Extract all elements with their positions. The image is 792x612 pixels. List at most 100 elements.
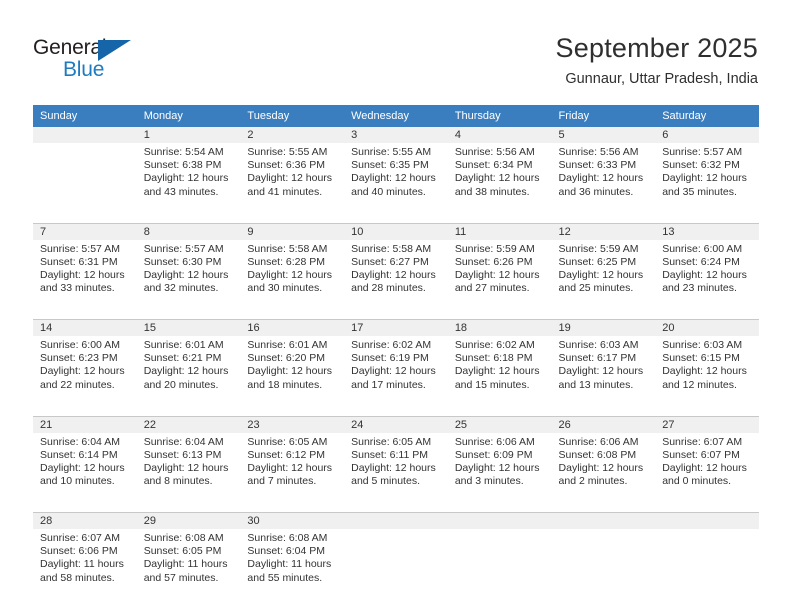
sunrise-text: Sunrise: 5:57 AM (40, 242, 120, 255)
daylight-text-line2: and 3 minutes. (454, 475, 524, 488)
day-cell-inner: 30 Sunrise: 6:08 AM Sunset: 6:04 PM Dayligh… (240, 513, 345, 602)
sunset-text: Sunset: 6:36 PM (247, 159, 326, 172)
day-cell-inner: 5 Sunrise: 5:56 AM Sunset: 6:33 PM Daylight… (551, 127, 656, 216)
day-cell-details: Sunrise: 6:04 AM Sunset: 6:14 PM Daylight:… (33, 433, 137, 489)
sunrise-text: Sunrise: 6:02 AM (351, 339, 432, 351)
daylight-text-line1: Daylight: 12 hours (662, 461, 747, 474)
sunset-text: Sunset: 6:21 PM (143, 352, 222, 365)
day-number: 8 (136, 223, 241, 240)
daylight-text-line2: and 22 minutes. (40, 378, 115, 391)
calendar-day-cell[interactable]: 24 Sunrise: 6:05 AM Sunset: 6:11 PM Dayligh… (344, 415, 448, 506)
day-number: 5 (551, 127, 656, 143)
day-cell-inner: 9 Sunrise: 5:58 AM Sunset: 6:28 PM Daylight… (240, 223, 345, 313)
calendar-day-cell[interactable]: 1 Sunrise: 5:54 AM Sunset: 6:38 PM Daylight… (136, 127, 241, 216)
day-cell-inner (447, 513, 552, 602)
calendar-day-cell[interactable]: 3 Sunrise: 5:55 AM Sunset: 6:35 PM Daylight… (344, 127, 448, 216)
day-cell-inner: 17 Sunrise: 6:02 AM Sunset: 6:19 PM Dayligh… (344, 320, 448, 409)
week-spacer (33, 409, 759, 416)
calendar-day-cell[interactable]: 23 Sunrise: 6:05 AM Sunset: 6:12 PM Dayligh… (240, 415, 345, 506)
daylight-text-line2: and 32 minutes. (143, 282, 219, 295)
day-number: 11 (447, 223, 552, 240)
day-cell-inner: 3 Sunrise: 5:55 AM Sunset: 6:35 PM Daylight… (344, 127, 448, 216)
calendar-day-cell[interactable]: 26 Sunrise: 6:06 AM Sunset: 6:08 PM Dayligh… (551, 415, 656, 506)
day-cell-inner: 14 Sunrise: 6:00 AM Sunset: 6:23 PM Dayligh… (33, 320, 137, 409)
title-block: September 2025 Gunnaur, Uttar Pradesh, I… (556, 32, 758, 88)
calendar-day-cell[interactable]: 5 Sunrise: 5:56 AM Sunset: 6:33 PM Daylight… (551, 127, 656, 216)
weekday-header-thursday: Thursday (447, 105, 552, 127)
calendar-day-cell[interactable]: 21 Sunrise: 6:04 AM Sunset: 6:14 PM Dayligh… (33, 415, 137, 506)
day-cell-details: Sunrise: 6:04 AM Sunset: 6:13 PM Daylight:… (137, 433, 241, 489)
sunset-text: Sunset: 6:07 PM (662, 448, 740, 461)
day-cell-details: Sunrise: 6:05 AM Sunset: 6:12 PM Daylight:… (240, 433, 344, 489)
daylight-text-line1: Daylight: 12 hours (351, 172, 436, 185)
sunrise-text: Sunrise: 5:59 AM (454, 242, 535, 255)
calendar-day-cell[interactable]: 29 Sunrise: 6:08 AM Sunset: 6:05 PM Dayligh… (136, 512, 241, 602)
sunset-text: Sunset: 6:17 PM (558, 352, 637, 365)
calendar-day-cell[interactable]: 15 Sunrise: 6:01 AM Sunset: 6:21 PM Dayligh… (136, 319, 241, 409)
daylight-text-line2: and 23 minutes. (662, 282, 737, 295)
daylight-text-line1: Daylight: 11 hours (143, 558, 228, 571)
day-cell-details: Sunrise: 5:55 AM Sunset: 6:36 PM Daylight:… (240, 143, 344, 199)
daylight-text-line1: Daylight: 12 hours (662, 365, 747, 378)
sunset-text: Sunset: 6:04 PM (247, 545, 326, 558)
weekday-header-sunday: Sunday (33, 105, 137, 127)
calendar-day-cell[interactable]: 20 Sunrise: 6:03 AM Sunset: 6:15 PM Dayligh… (655, 319, 759, 409)
day-cell-inner (655, 513, 759, 602)
calendar-day-cell[interactable]: 27 Sunrise: 6:07 AM Sunset: 6:07 PM Dayligh… (655, 415, 759, 506)
calendar-day-cell-empty (33, 127, 137, 216)
sunset-text: Sunset: 6:34 PM (454, 159, 533, 172)
day-number: 6 (655, 127, 759, 143)
calendar-day-cell[interactable]: 14 Sunrise: 6:00 AM Sunset: 6:23 PM Dayligh… (33, 319, 137, 409)
calendar-day-cell[interactable]: 6 Sunrise: 5:57 AM Sunset: 6:32 PM Daylight… (655, 127, 759, 216)
calendar-day-cell[interactable]: 2 Sunrise: 5:55 AM Sunset: 6:36 PM Daylight… (240, 127, 345, 216)
day-cell-details: Sunrise: 5:58 AM Sunset: 6:27 PM Daylight:… (344, 240, 448, 296)
daylight-text-line2: and 10 minutes. (40, 475, 115, 488)
day-number: 13 (655, 223, 759, 240)
day-number: 15 (136, 320, 241, 336)
calendar-day-cell[interactable]: 30 Sunrise: 6:08 AM Sunset: 6:04 PM Dayligh… (240, 512, 345, 602)
sunset-text: Sunset: 6:25 PM (558, 255, 637, 268)
day-cell-details: Sunrise: 6:02 AM Sunset: 6:19 PM Daylight:… (344, 336, 448, 392)
calendar-day-cell[interactable]: 28 Sunrise: 6:07 AM Sunset: 6:06 PM Dayligh… (33, 512, 137, 602)
week-spacer (33, 312, 759, 320)
day-cell-details: Sunrise: 6:03 AM Sunset: 6:17 PM Daylight:… (552, 336, 656, 392)
calendar-day-cell[interactable]: 8 Sunrise: 5:57 AM Sunset: 6:30 PM Daylight… (136, 222, 241, 313)
calendar-day-cell[interactable]: 12 Sunrise: 5:59 AM Sunset: 6:25 PM Dayligh… (551, 222, 656, 313)
calendar-day-cell[interactable]: 22 Sunrise: 6:04 AM Sunset: 6:13 PM Dayligh… (136, 415, 241, 506)
day-cell-inner: 20 Sunrise: 6:03 AM Sunset: 6:15 PM Dayligh… (655, 320, 759, 409)
daylight-text-line2: and 38 minutes. (454, 185, 530, 198)
sunrise-text: Sunrise: 6:00 AM (662, 242, 743, 255)
calendar-day-cell[interactable]: 19 Sunrise: 6:03 AM Sunset: 6:17 PM Dayligh… (551, 319, 656, 409)
calendar-day-cell[interactable]: 7 Sunrise: 5:57 AM Sunset: 6:31 PM Daylight… (33, 222, 137, 313)
calendar-day-cell[interactable]: 16 Sunrise: 6:01 AM Sunset: 6:20 PM Dayligh… (240, 319, 345, 409)
day-cell-inner: 19 Sunrise: 6:03 AM Sunset: 6:17 PM Dayligh… (551, 320, 656, 409)
sunrise-text: Sunrise: 6:07 AM (40, 532, 120, 544)
day-cell-inner: 10 Sunrise: 5:58 AM Sunset: 6:27 PM Dayligh… (344, 223, 448, 313)
calendar-day-cell[interactable]: 4 Sunrise: 5:56 AM Sunset: 6:34 PM Daylight… (447, 127, 552, 216)
brand-logo[interactable]: General Blue (33, 36, 153, 84)
day-cell-inner: 15 Sunrise: 6:01 AM Sunset: 6:21 PM Dayligh… (136, 320, 241, 409)
calendar-day-cell[interactable]: 9 Sunrise: 5:58 AM Sunset: 6:28 PM Daylight… (240, 222, 345, 313)
sunset-text: Sunset: 6:28 PM (247, 255, 326, 268)
daylight-text-line2: and 25 minutes. (558, 282, 634, 295)
calendar-day-cell[interactable]: 11 Sunrise: 5:59 AM Sunset: 6:26 PM Dayligh… (447, 222, 552, 313)
page-subtitle: Gunnaur, Uttar Pradesh, India (565, 71, 758, 87)
calendar-day-cell[interactable]: 17 Sunrise: 6:02 AM Sunset: 6:19 PM Dayligh… (344, 319, 448, 409)
calendar-day-cell[interactable]: 25 Sunrise: 6:06 AM Sunset: 6:09 PM Dayligh… (447, 415, 552, 506)
day-cell-details: Sunrise: 6:07 AM Sunset: 6:06 PM Daylight:… (33, 529, 137, 585)
daylight-text-line1: Daylight: 12 hours (662, 268, 747, 281)
sunrise-text: Sunrise: 5:57 AM (143, 242, 224, 255)
daylight-text-line2: and 28 minutes. (351, 282, 426, 295)
week-spacer-cell (33, 312, 759, 320)
daylight-text-line2: and 7 minutes. (247, 475, 317, 488)
day-cell-inner: 26 Sunrise: 6:06 AM Sunset: 6:08 PM Dayligh… (551, 416, 656, 506)
sunset-text: Sunset: 6:05 PM (143, 545, 222, 558)
calendar-day-cell[interactable]: 10 Sunrise: 5:58 AM Sunset: 6:27 PM Dayligh… (344, 222, 448, 313)
calendar-day-cell[interactable]: 18 Sunrise: 6:02 AM Sunset: 6:18 PM Dayligh… (447, 319, 552, 409)
calendar-day-cell-empty (344, 512, 448, 602)
daylight-text-line1: Daylight: 12 hours (247, 365, 333, 378)
calendar-day-cell[interactable]: 13 Sunrise: 6:00 AM Sunset: 6:24 PM Dayligh… (655, 222, 759, 313)
day-number: 10 (344, 223, 448, 240)
day-number: 17 (344, 320, 448, 336)
daylight-text-line1: Daylight: 12 hours (247, 461, 333, 474)
